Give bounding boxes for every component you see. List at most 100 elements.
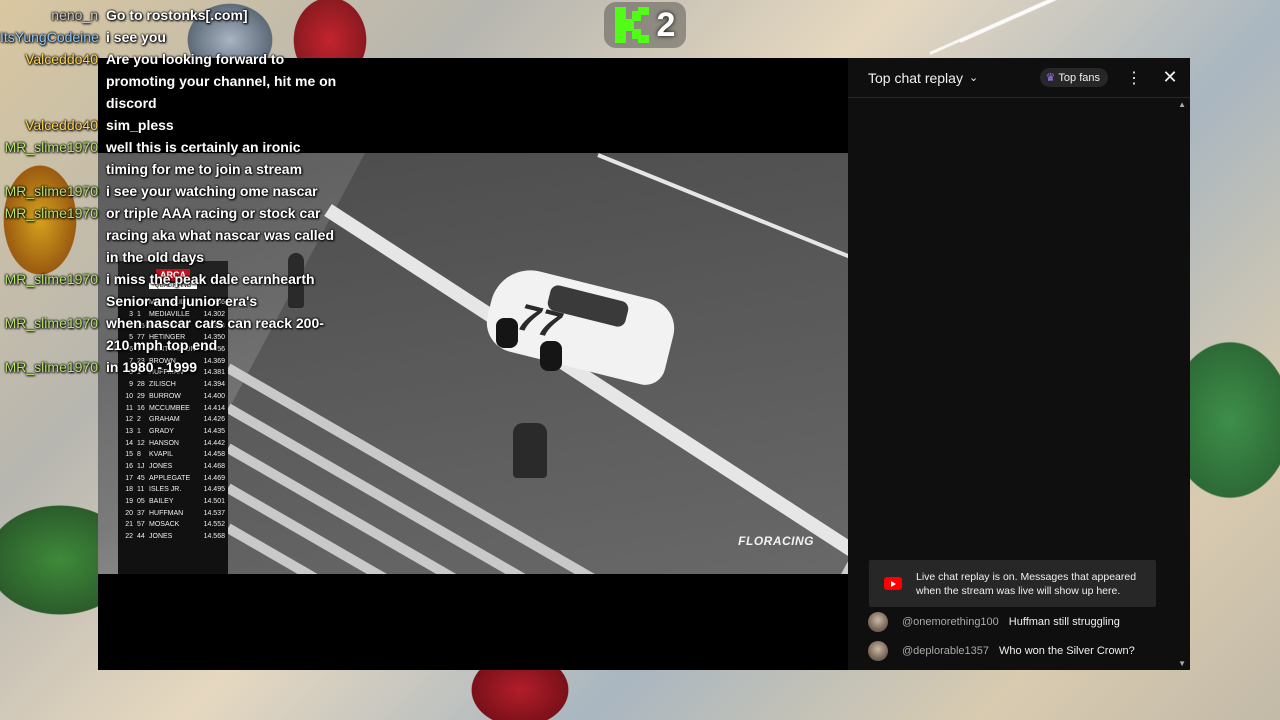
crown-icon: ♛ — [1045, 72, 1056, 84]
leaderboard-pos: 13 — [125, 427, 133, 435]
leaderboard-name: ISLES JR. — [149, 486, 182, 494]
overlay-chat-line: MR_slime1970 i see your watching ome nasc… — [0, 180, 360, 202]
leaderboard-car: 2 — [137, 416, 141, 424]
leaderboard-row: 18 11 ISLES JR. 14.495 — [118, 484, 228, 496]
leaderboard-car: 05 — [137, 498, 145, 506]
overlay-chat-line: ItsYungCodeine i see you — [0, 26, 360, 48]
leaderboard-car: 8 — [137, 451, 141, 459]
leaderboard-row: 10 29 BURROW 14.400 — [118, 391, 228, 403]
youtube-icon — [884, 577, 902, 590]
overlay-chat-line: MR_slime1970 in 1980 - 1999 — [0, 356, 360, 378]
chat-message[interactable]: @deplorable1357 Who won the Silver Crown… — [868, 641, 1135, 661]
overlay-chat-message: i miss the peak dale earnhearth Senior a… — [106, 271, 315, 309]
leaderboard-car: 57 — [137, 521, 145, 529]
leaderboard-car: 12 — [137, 439, 145, 447]
message-author[interactable]: @onemorething100 — [902, 616, 999, 628]
overlay-chat-user: MR_slime1970 — [4, 359, 98, 375]
leaderboard-row: 20 37 HUFFMAN 14.537 — [118, 507, 228, 519]
leaderboard-name: APPLEGATE — [149, 474, 191, 482]
leaderboard-name: KVAPIL — [149, 451, 173, 459]
overlay-chat-user: MR_slime1970 — [4, 139, 98, 155]
leaderboard-pos: 12 — [125, 416, 133, 424]
chat-header: Top chat replay ⌄ ♛ Top fans ⋮ ✕ — [848, 58, 1190, 98]
overlay-chat-line: MR_slime1970 when nascar cars can reack 2… — [0, 312, 360, 356]
leaderboard-name: BAILEY — [149, 498, 174, 506]
scroll-up-icon[interactable]: ▲ — [1178, 100, 1186, 109]
message-text: Who won the Silver Crown? — [999, 645, 1135, 657]
overlay-chat-line: MR_slime1970 i miss the peak dale earnhea… — [0, 268, 360, 312]
leaderboard-name: MCCUMBEE — [149, 404, 190, 412]
leaderboard-row: 15 8 KVAPIL 14.458 — [118, 449, 228, 461]
overlay-chat-message: Go to rostonks[.com] — [106, 7, 248, 23]
overlay-chat-line: MR_slime1970 well this is certainly an ir… — [0, 136, 360, 180]
leaderboard-pos: 19 — [125, 498, 133, 506]
overlay-chat-user: MR_slime1970 — [4, 315, 98, 331]
leaderboard-pos: 18 — [125, 486, 133, 494]
kick-logo-icon — [614, 7, 649, 43]
top-fans-button[interactable]: ♛ Top fans — [1039, 68, 1108, 87]
leaderboard-time: 14.400 — [203, 392, 225, 400]
overlay-chat-user: MR_slime1970 — [4, 205, 98, 221]
leaderboard-row: 9 28 ZILISCH 14.394 — [118, 379, 228, 391]
leaderboard-time: 14.426 — [203, 416, 225, 424]
overlay-chat-line: neno_n Go to rostonks[.com] — [0, 4, 360, 26]
overlay-chat-message: when nascar cars can reack 200-210 mph t… — [106, 315, 324, 353]
leaderboard-pos: 20 — [125, 509, 133, 517]
leaderboard-car: 29 — [137, 392, 145, 400]
overlay-chat-message: i see your watching ome nascar — [106, 183, 318, 199]
leaderboard-time: 14.469 — [203, 474, 225, 482]
leaderboard-car: 28 — [137, 381, 145, 389]
leaderboard-time: 14.458 — [203, 451, 225, 459]
avatar[interactable] — [868, 612, 888, 632]
top-fans-label: Top fans — [1058, 71, 1100, 84]
leaderboard-pos: 21 — [125, 521, 133, 529]
more-options-icon[interactable]: ⋮ — [1126, 68, 1142, 88]
overlay-chat-line: MR_slime1970 or triple AAA racing or stoc… — [0, 202, 360, 268]
overlay-chat-user: Valceddo40 — [25, 117, 98, 133]
leaderboard-pos: 17 — [125, 474, 133, 482]
replay-notice-text: Live chat replay is on. Messages that ap… — [916, 570, 1137, 597]
overlay-chat-line: Valceddo40 sim_pless — [0, 114, 360, 136]
chat-message-list[interactable]: ▲ Live chat replay is on. Messages that … — [848, 99, 1190, 670]
scroll-down-icon[interactable]: ▼ — [1178, 659, 1186, 668]
chat-message[interactable]: @onemorething100 Huffman still strugglin… — [868, 612, 1120, 632]
overlay-chat-user: Valceddo40 — [25, 51, 98, 67]
leaderboard-time: 14.568 — [203, 533, 225, 541]
leaderboard-row: 13 1 GRADY 14.435 — [118, 426, 228, 438]
leaderboard-row: 11 16 MCCUMBEE 14.414 — [118, 402, 228, 414]
overlay-chat-message: sim_pless — [106, 117, 174, 133]
leaderboard-row: 22 44 JONES 14.568 — [118, 531, 228, 543]
leaderboard-name: MOSACK — [149, 521, 180, 529]
leaderboard-time: 14.537 — [203, 509, 225, 517]
leaderboard-time: 14.435 — [203, 427, 225, 435]
message-author[interactable]: @deplorable1357 — [902, 645, 989, 657]
overlay-chat-line: Valceddo40 Are you looking forward to pro… — [0, 48, 360, 114]
spectator — [513, 423, 547, 478]
leaderboard-car: 1J — [137, 462, 145, 470]
replay-notice-banner: Live chat replay is on. Messages that ap… — [869, 560, 1156, 607]
overlay-chat-message: in 1980 - 1999 — [106, 359, 198, 375]
leaderboard-car: 45 — [137, 474, 145, 482]
leaderboard-row: 19 05 BAILEY 14.501 — [118, 496, 228, 508]
chevron-down-icon[interactable]: ⌄ — [969, 71, 978, 84]
leaderboard-time: 14.468 — [203, 462, 225, 470]
leaderboard-car: 37 — [137, 509, 145, 517]
leaderboard-name: GRADY — [149, 427, 174, 435]
floracing-watermark: FLORACING — [738, 534, 814, 548]
avatar[interactable] — [868, 641, 888, 661]
chat-mode-dropdown[interactable]: Top chat replay — [868, 70, 963, 86]
message-text: Huffman still struggling — [1008, 616, 1120, 628]
leaderboard-car: 1 — [137, 427, 141, 435]
leaderboard-row: 17 45 APPLEGATE 14.469 — [118, 472, 228, 484]
viewer-count: 2 — [656, 5, 676, 44]
leaderboard-pos: 16 — [125, 462, 133, 470]
leaderboard-time: 14.501 — [203, 498, 225, 506]
leaderboard-car: 16 — [137, 404, 145, 412]
overlay-chat-message: or triple AAA racing or stock car racing… — [106, 205, 335, 265]
close-icon[interactable]: ✕ — [1162, 67, 1178, 88]
leaderboard-name: HANSON — [149, 439, 179, 447]
leaderboard-pos: 14 — [125, 439, 133, 447]
overlay-chat-message: Are you looking forward to promoting you… — [106, 51, 337, 111]
race-car: 77 — [478, 261, 681, 390]
leaderboard-car: 11 — [137, 486, 145, 494]
